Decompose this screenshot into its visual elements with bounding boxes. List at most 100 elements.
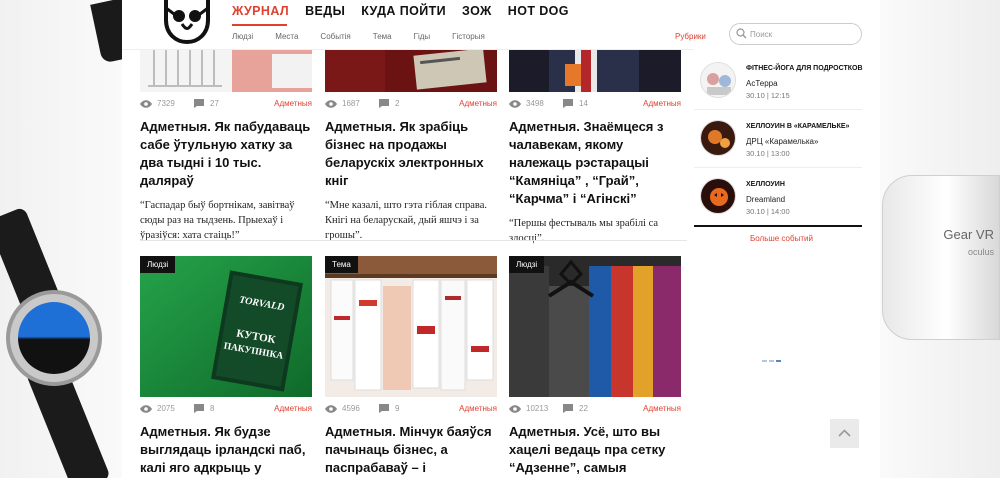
article-lead: “Гаспадар быў бортнікам, завітваў сюды р… [140, 200, 295, 241]
article-meta: 2075 8 Адметныя [140, 403, 312, 417]
vr-label: Gear VR [943, 227, 994, 242]
search-icon[interactable] [736, 28, 747, 39]
article-image-ebooks[interactable] [325, 50, 497, 92]
article-title[interactable]: Адметныя. Мінчук баяўся пачынаць бізнес,… [325, 423, 497, 478]
subnav-places[interactable]: Места [275, 32, 298, 41]
article-card[interactable]: Людзі 10213 22 Адметныя Адметныя. Усё, ш… [509, 256, 681, 478]
event-item[interactable]: ФІТНЕС-ЙОГА ДЛЯ ПОДРОСТКОВ АсТерра 30.10… [694, 52, 863, 110]
smartwatch-image [0, 206, 122, 478]
vr-headset-image: Gear VR oculus [880, 175, 1000, 345]
search-input[interactable] [750, 27, 856, 41]
category-badge[interactable]: Людзі [509, 256, 545, 273]
eye-icon [140, 100, 152, 108]
event-title[interactable]: ХЕЛЛОУИН В «КАРАМЕЛЬКЕ» [746, 123, 849, 130]
event-avatar[interactable] [700, 120, 736, 156]
article-lead: “Мне казалі, што гэта гіблая справа. Кні… [325, 200, 487, 241]
comment-icon [379, 404, 389, 413]
event-title[interactable]: ФІТНЕС-ЙОГА ДЛЯ ПОДРОСТКОВ [746, 65, 863, 72]
article-image-irish-pub[interactable]: TORVALD КУТОК ПАКУПНІКА Людзі [140, 256, 312, 397]
nav-hot-dog[interactable]: HOT DOG [508, 4, 569, 18]
events-divider [694, 225, 862, 227]
view-count: 10213 [526, 404, 549, 413]
view-count: 2075 [157, 404, 175, 413]
page-content: ЖУРНАЛ ВЕДЫ КУДА ПОЙТИ ЗОЖ HOT DOG Людзі… [122, 0, 880, 478]
comment-count: 27 [210, 99, 219, 108]
event-item[interactable]: ХЕЛЛОУИН Dreamland 30.10 | 14:00 [694, 168, 862, 226]
rubric-link[interactable]: Адметныя [459, 404, 497, 413]
article-image-restaurateur[interactable] [509, 50, 681, 92]
main-navigation: ЖУРНАЛ ВЕДЫ КУДА ПОЙТИ ЗОЖ HOT DOG [232, 4, 585, 18]
article-title[interactable]: Адметныя. Як пабудаваць сабе ўтульную ха… [140, 118, 312, 190]
article-title[interactable]: Адметныя. Як будзе выглядаць ірландскі п… [140, 423, 312, 478]
nav-journal[interactable]: ЖУРНАЛ [232, 4, 289, 18]
event-item[interactable]: ХЕЛЛОУИН В «КАРАМЕЛЬКЕ» ДРЦ «Карамелька»… [694, 110, 862, 168]
article-image-clothing-store[interactable]: Людзі [509, 256, 681, 397]
eye-icon [325, 405, 337, 413]
view-count: 4596 [342, 404, 360, 413]
slider-dot[interactable] [769, 360, 774, 362]
site-logo[interactable] [162, 0, 212, 45]
comment-count: 9 [395, 404, 400, 413]
row-divider [140, 240, 687, 241]
ad-background-left[interactable] [0, 0, 142, 478]
event-avatar[interactable] [700, 62, 736, 98]
event-title[interactable]: ХЕЛЛОУИН [746, 181, 785, 188]
article-image-hut[interactable] [140, 50, 312, 92]
more-events-link[interactable]: Больше событий [750, 234, 813, 243]
article-meta: 1687 2 Адметныя [325, 98, 497, 112]
eye-icon [325, 100, 337, 108]
article-lead: “Першы фестываль мы зрабілі са злосці”. [509, 218, 659, 244]
event-time: 30.10 | 13:00 [746, 149, 790, 158]
subnav-guides[interactable]: Гіды [414, 32, 431, 41]
rubric-link[interactable]: Адметныя [643, 99, 681, 108]
slider-dot[interactable] [776, 360, 781, 362]
rubric-link[interactable]: Адметныя [274, 99, 312, 108]
category-badge[interactable]: Тема [325, 256, 358, 273]
nav-vedy[interactable]: ВЕДЫ [305, 4, 345, 18]
vr-sub-label: oculus [967, 247, 994, 257]
subnav-theme[interactable]: Тема [373, 32, 392, 41]
slider-dot[interactable] [762, 360, 767, 362]
article-card[interactable]: 1687 2 Адметныя Адметныя. Як зрабіць біз… [325, 50, 497, 243]
article-title[interactable]: Адметныя. Знаёмцеся з чалавекам, якому н… [509, 118, 681, 208]
article-card[interactable]: 7329 27 Адметныя Адметныя. Як пабудаваць… [140, 50, 312, 243]
subnav-history[interactable]: Гісторыя [452, 32, 485, 41]
comment-icon [379, 99, 389, 108]
view-count: 7329 [157, 99, 175, 108]
rubrics-link[interactable]: Рубрики [675, 32, 706, 41]
event-time: 30.10 | 14:00 [746, 207, 790, 216]
article-meta: 3498 14 Адметныя [509, 98, 681, 112]
rubric-link[interactable]: Адметныя [459, 99, 497, 108]
nav-where-to-go[interactable]: КУДА ПОЙТИ [361, 4, 446, 18]
nav-zozh[interactable]: ЗОЖ [462, 4, 492, 18]
article-card[interactable]: 3498 14 Адметныя Адметныя. Знаёмцеся з ч… [509, 50, 681, 246]
event-place: АсТерра [746, 79, 778, 88]
article-meta: 7329 27 Адметныя [140, 98, 312, 112]
chevron-up-icon [838, 429, 851, 437]
rubric-link[interactable]: Адметныя [643, 404, 681, 413]
subnav-people[interactable]: Людзі [232, 32, 253, 41]
comment-icon [563, 404, 573, 413]
scroll-to-top-button[interactable] [830, 419, 859, 448]
article-image-clothes[interactable]: Тема [325, 256, 497, 397]
banner-slider-dots[interactable] [762, 360, 781, 362]
comment-icon [563, 99, 573, 108]
article-meta: 10213 22 Адметныя [509, 403, 681, 417]
rubric-link[interactable]: Адметныя [274, 404, 312, 413]
article-title[interactable]: Адметныя. Усё, што вы хацелі ведаць пра … [509, 423, 681, 478]
comment-count: 2 [395, 99, 400, 108]
comment-icon [194, 99, 204, 108]
eye-icon [509, 405, 521, 413]
search-box[interactable] [729, 23, 862, 45]
category-badge[interactable]: Людзі [140, 256, 176, 273]
eye-icon [509, 100, 521, 108]
view-count: 3498 [526, 99, 544, 108]
article-card[interactable]: Тема 4596 9 Адметныя Адметныя. Мінчук ба… [325, 256, 497, 478]
event-avatar[interactable] [700, 178, 736, 214]
ad-background-right[interactable]: Gear VR oculus [880, 0, 1000, 478]
article-title[interactable]: Адметныя. Як зрабіць бізнес на продажы б… [325, 118, 497, 190]
view-count: 1687 [342, 99, 360, 108]
article-card[interactable]: TORVALD КУТОК ПАКУПНІКА Людзі 2075 8 Адм… [140, 256, 312, 478]
subnav-events[interactable]: Событія [320, 32, 350, 41]
comment-count: 14 [579, 99, 588, 108]
